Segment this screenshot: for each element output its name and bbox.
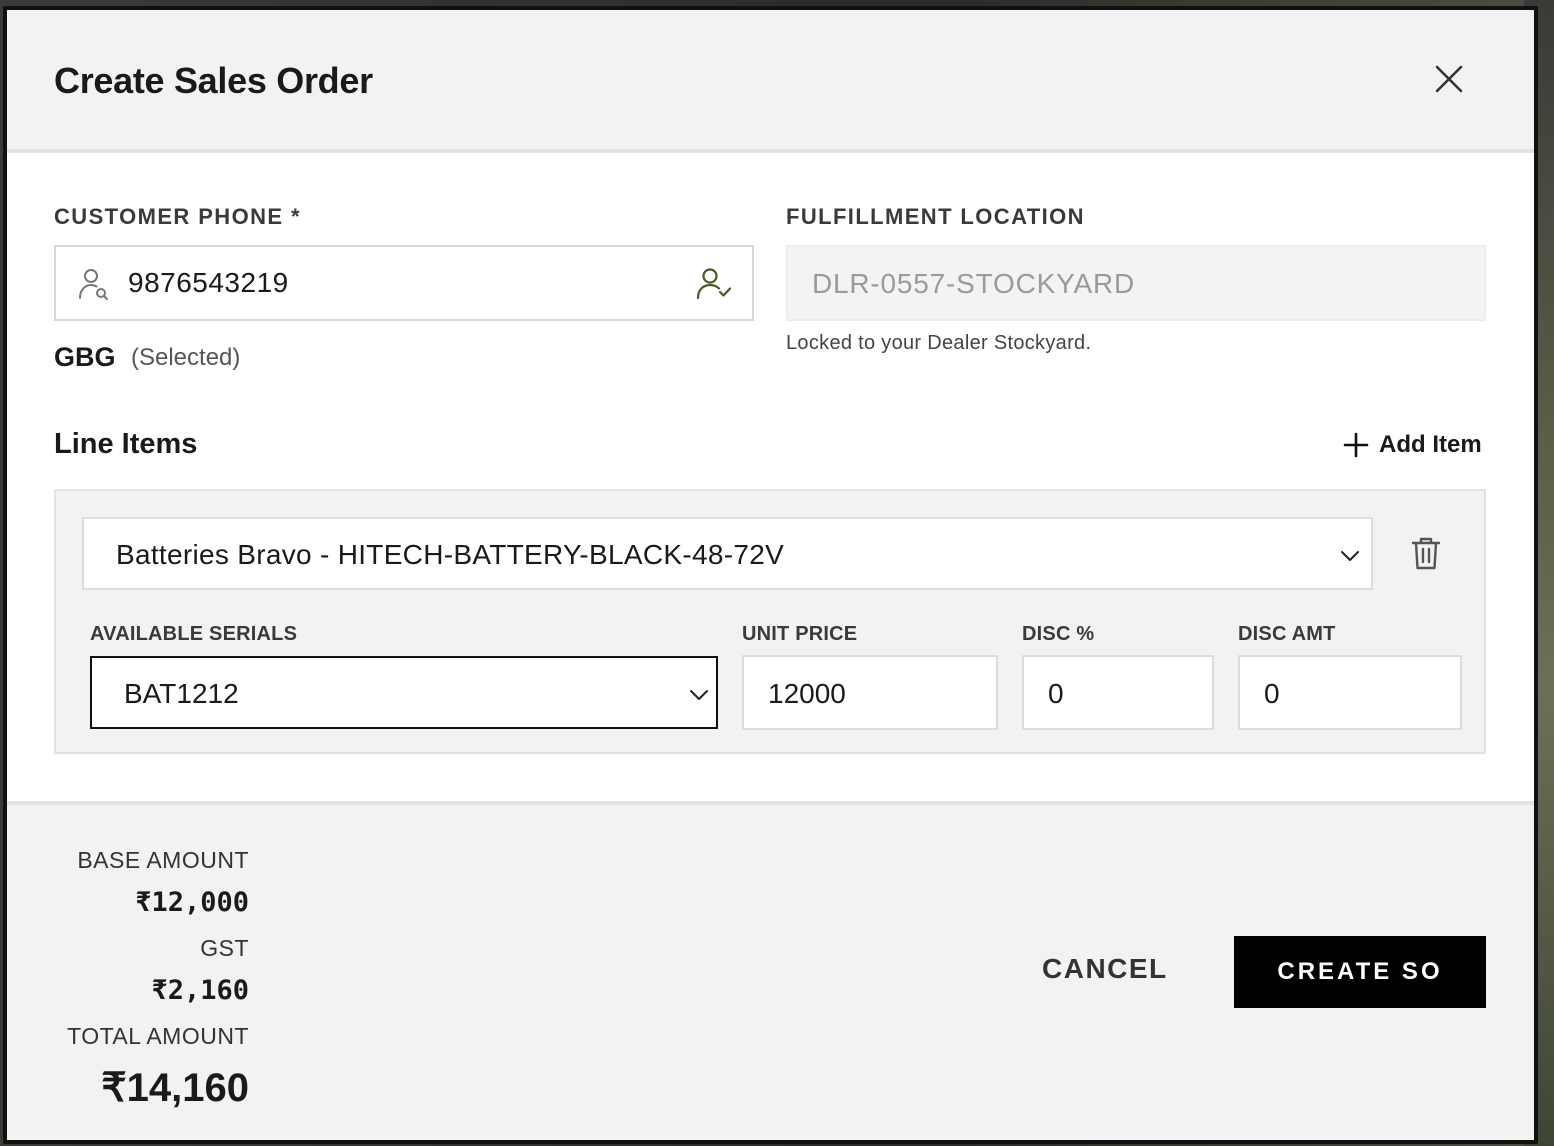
- disc-amt-input[interactable]: 0: [1238, 655, 1462, 730]
- disc-amt-label: DISC AMT: [1238, 623, 1336, 645]
- user-search-icon: [79, 269, 108, 300]
- fulfillment-location-help: Locked to your Dealer Stockyard.: [786, 332, 1092, 354]
- gst-label: GST: [200, 935, 249, 961]
- unit-price-value: 12000: [768, 678, 846, 709]
- total-amount-label: TOTAL AMOUNT: [67, 1023, 249, 1049]
- line-items-title: Line Items: [54, 428, 198, 460]
- gst-value: ₹2,160: [151, 975, 249, 1006]
- dialog-footer: BASE AMOUNT ₹12,000 GST ₹2,160 TOTAL AMO…: [7, 801, 1534, 1140]
- unit-price-input[interactable]: 12000: [742, 655, 998, 730]
- customer-phone-input[interactable]: 9876543219: [54, 245, 754, 321]
- customer-phone-label: CUSTOMER PHONE *: [54, 204, 301, 229]
- fulfillment-location-label: FULFILLMENT LOCATION: [786, 204, 1085, 229]
- product-select[interactable]: Batteries Bravo - HITECH-BATTERY-BLACK-4…: [82, 517, 1373, 590]
- line-item-card: Batteries Bravo - HITECH-BATTERY-BLACK-4…: [54, 489, 1486, 754]
- customer-name: GBG: [54, 342, 116, 372]
- base-amount-value: ₹12,000: [135, 887, 249, 918]
- disc-amt-value: 0: [1264, 678, 1280, 709]
- customer-selected-status: (Selected): [131, 344, 241, 371]
- add-item-button[interactable]: Add Item: [1343, 428, 1482, 462]
- fulfillment-location-value: DLR-0557-STOCKYARD: [812, 268, 1136, 299]
- fulfillment-location-field: DLR-0557-STOCKYARD: [786, 245, 1486, 321]
- product-value: Batteries Bravo - HITECH-BATTERY-BLACK-4…: [116, 539, 785, 570]
- disc-pct-input[interactable]: 0: [1022, 655, 1214, 730]
- customer-phone-value: 9876543219: [128, 267, 289, 298]
- plus-icon: [1343, 432, 1369, 458]
- base-amount-label: BASE AMOUNT: [77, 847, 249, 873]
- create-so-button[interactable]: CREATE SO: [1234, 936, 1486, 1008]
- close-icon: [1435, 65, 1463, 93]
- trash-icon[interactable]: [1410, 535, 1442, 571]
- dialog-title: Create Sales Order: [54, 60, 373, 101]
- disc-pct-value: 0: [1048, 678, 1064, 709]
- serial-select[interactable]: BAT1212: [90, 656, 718, 729]
- unit-price-label: UNIT PRICE: [742, 623, 858, 645]
- user-verified-icon: [696, 268, 732, 300]
- close-button[interactable]: [1432, 62, 1466, 96]
- disc-pct-label: DISC %: [1022, 623, 1095, 645]
- cancel-button[interactable]: CANCEL: [1042, 953, 1168, 985]
- total-amount-value: ₹14,160: [101, 1066, 249, 1110]
- create-sales-order-dialog: Create Sales Order CUSTOMER PHONE * 9876…: [3, 6, 1538, 1144]
- available-serials-label: AVAILABLE SERIALS: [90, 623, 298, 645]
- dialog-header: Create Sales Order: [7, 10, 1534, 153]
- add-item-label: Add Item: [1379, 431, 1482, 458]
- chevron-down-icon: [690, 690, 708, 700]
- chevron-down-icon: [1341, 551, 1359, 561]
- serial-value: BAT1212: [124, 678, 239, 709]
